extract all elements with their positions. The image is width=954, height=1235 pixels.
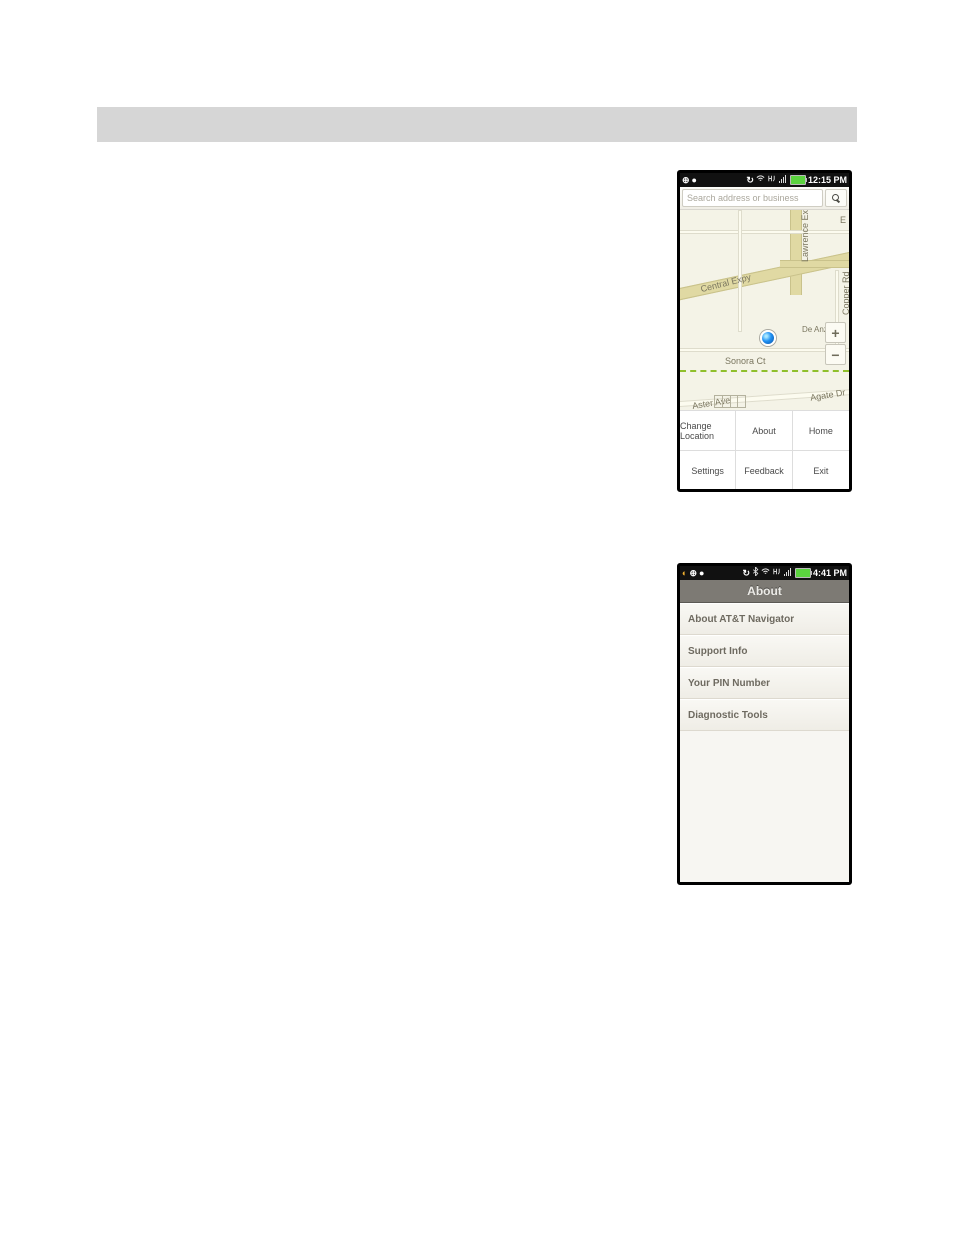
map-view[interactable]: E Central Expy Lawrence Expy Copper Rd D… xyxy=(680,210,849,410)
signal-icon xyxy=(778,173,788,187)
dot-icon: ● xyxy=(692,173,697,187)
menu-home[interactable]: Home xyxy=(793,410,849,450)
minor-road xyxy=(680,230,849,234)
road-label: Central Expy xyxy=(700,272,752,294)
wifi-icon xyxy=(756,173,765,187)
current-location-dot xyxy=(760,330,776,346)
road xyxy=(780,260,849,268)
sync-icon: ↻ xyxy=(746,173,754,187)
about-item-support-info[interactable]: Support Info xyxy=(680,635,849,667)
search-icon xyxy=(832,194,841,203)
menu-about[interactable]: About xyxy=(736,410,792,450)
dot-icon: ● xyxy=(699,566,704,580)
menu-feedback[interactable]: Feedback xyxy=(736,450,792,490)
status-time: 12:15 PM xyxy=(808,173,847,187)
phone-screenshot-about: ◐ ⊕ ● ↻ 4:41 PM xyxy=(677,563,852,885)
minor-road xyxy=(680,348,849,352)
sync-active-icon: ◐ xyxy=(682,566,687,580)
top-gray-bar xyxy=(97,107,857,142)
gps-crosshair-icon: ⊕ xyxy=(682,173,690,187)
about-item-about-navigator[interactable]: About AT&T Navigator xyxy=(680,603,849,635)
road-label: Agate Dr xyxy=(809,387,846,402)
hspa-icon xyxy=(772,566,781,580)
menu-settings[interactable]: Settings xyxy=(680,450,736,490)
about-list: About AT&T Navigator Support Info Your P… xyxy=(680,603,849,883)
about-item-diagnostic-tools[interactable]: Diagnostic Tools xyxy=(680,699,849,731)
hspa-icon xyxy=(767,173,776,187)
map-scale-indicator xyxy=(714,395,746,408)
status-time: 4:41 PM xyxy=(813,566,847,580)
battery-icon xyxy=(790,175,806,185)
bluetooth-icon xyxy=(752,566,759,580)
search-button[interactable] xyxy=(825,189,847,207)
menu-change-location[interactable]: Change Location xyxy=(680,410,736,450)
bottom-menu: Change Location About Home Settings Feed… xyxy=(680,410,849,490)
zoom-out-button[interactable]: − xyxy=(825,344,846,365)
page-title: About xyxy=(680,580,849,603)
about-item-pin-number[interactable]: Your PIN Number xyxy=(680,667,849,699)
menu-exit[interactable]: Exit xyxy=(793,450,849,490)
search-input[interactable]: Search address or business xyxy=(682,189,823,207)
gps-crosshair-icon: ⊕ xyxy=(689,566,697,580)
plus-icon: + xyxy=(831,326,839,340)
wifi-icon xyxy=(761,566,770,580)
phone-screenshot-map: ⊕ ● ↻ 12:15 PM Search address or xyxy=(677,170,852,492)
road-label: Sonora Ct xyxy=(725,356,766,366)
signal-icon xyxy=(783,566,793,580)
road-label: Lawrence Expy xyxy=(800,210,810,262)
road-label: E xyxy=(840,215,846,225)
zoom-in-button[interactable]: + xyxy=(825,322,846,343)
minor-road xyxy=(738,210,742,332)
road-label: Copper Rd xyxy=(841,271,849,315)
sync-icon: ↻ xyxy=(742,566,750,580)
dashed-route-line xyxy=(680,370,849,372)
battery-icon xyxy=(795,568,811,578)
minus-icon: − xyxy=(831,348,839,362)
status-bar: ◐ ⊕ ● ↻ 4:41 PM xyxy=(680,566,849,580)
search-placeholder: Search address or business xyxy=(687,193,799,203)
status-bar: ⊕ ● ↻ 12:15 PM xyxy=(680,173,849,187)
